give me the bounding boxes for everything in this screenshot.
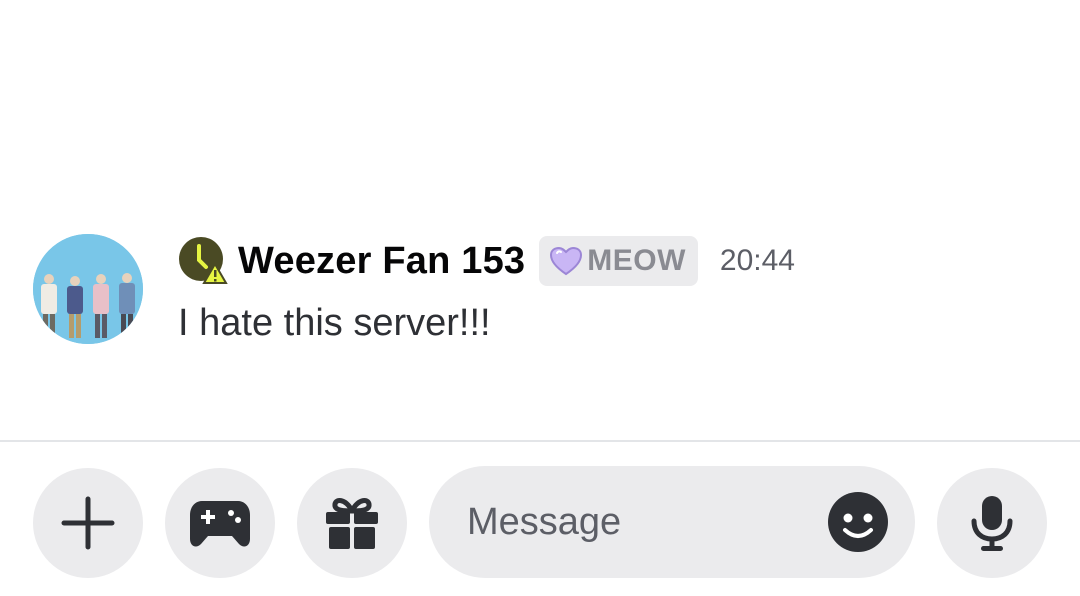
message-header: Weezer Fan 153 MEOW 20:44 (178, 234, 795, 288)
gift-icon (326, 498, 378, 549)
microphone-icon (971, 496, 1013, 551)
composer-divider (0, 440, 1080, 442)
message-input[interactable]: Message (429, 466, 915, 578)
server-tag[interactable]: MEOW (539, 236, 698, 286)
attach-button[interactable] (33, 468, 143, 578)
chat-message: Weezer Fan 153 MEOW 20:44 I hate this se… (0, 230, 1080, 360)
server-tag-label: MEOW (587, 244, 686, 277)
plus-icon (61, 496, 115, 550)
message-input-placeholder: Message (467, 501, 622, 543)
purple-heart-icon (550, 246, 583, 276)
gamepad-icon (190, 501, 250, 547)
emoji-icon[interactable] (828, 492, 888, 552)
gift-button[interactable] (297, 468, 407, 578)
message-timestamp: 20:44 (719, 244, 795, 277)
message-content: I hate this server!!! (178, 302, 491, 344)
voice-message-button[interactable] (937, 468, 1047, 578)
avatar[interactable] (33, 234, 143, 344)
username[interactable]: Weezer Fan 153 (238, 240, 525, 283)
activities-button[interactable] (165, 468, 275, 578)
clock-warning-icon (179, 237, 228, 284)
avatar-image (33, 234, 143, 344)
